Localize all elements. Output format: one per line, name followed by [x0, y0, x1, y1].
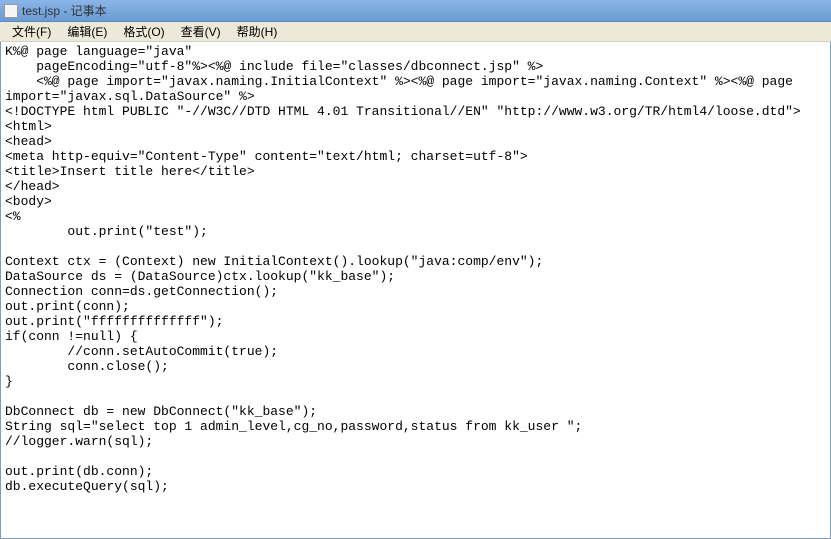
window-title: test.jsp - 记事本: [22, 2, 107, 19]
menu-bar: 文件(F) 编辑(E) 格式(O) 查看(V) 帮助(H): [0, 22, 831, 42]
text-editor-area[interactable]: K%@ page language="java" pageEncoding="u…: [0, 42, 831, 539]
editor-content[interactable]: K%@ page language="java" pageEncoding="u…: [5, 44, 826, 494]
notepad-icon: [4, 4, 18, 18]
menu-edit[interactable]: 编辑(E): [59, 21, 115, 42]
menu-view[interactable]: 查看(V): [173, 21, 229, 42]
menu-file[interactable]: 文件(F): [4, 21, 59, 42]
title-bar: test.jsp - 记事本: [0, 0, 831, 22]
menu-format[interactable]: 格式(O): [115, 21, 172, 42]
menu-help[interactable]: 帮助(H): [229, 21, 286, 42]
